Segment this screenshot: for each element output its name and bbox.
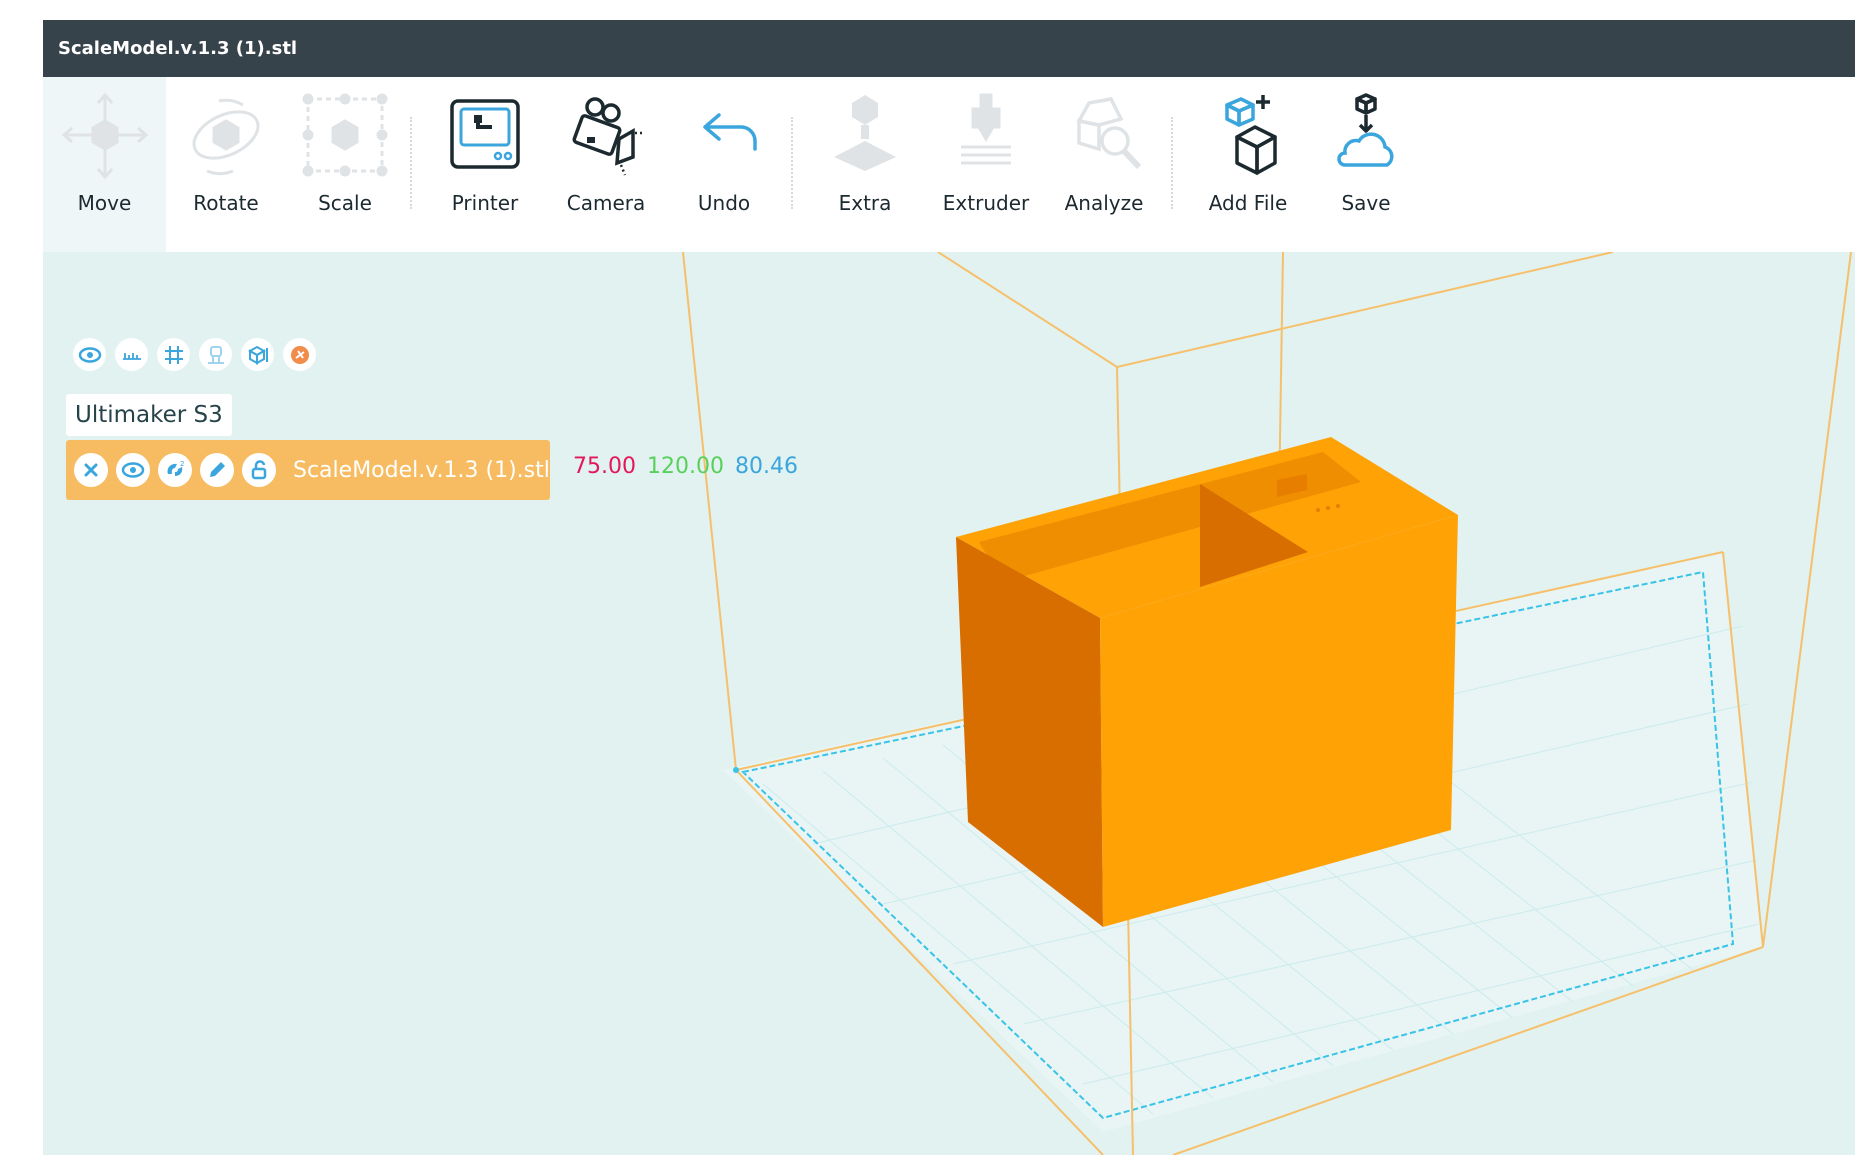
- analyze-icon: [1059, 91, 1149, 181]
- dimension-y: 120.00: [646, 454, 724, 479]
- unlock-icon[interactable]: [242, 453, 276, 487]
- eye-icon[interactable]: [116, 453, 150, 487]
- save-icon: [1321, 91, 1411, 181]
- tool-label: Extra: [838, 191, 892, 215]
- 3d-viewport[interactable]: Ultimaker S3 2 ScaleModel.v.1.3 (1).stl …: [43, 252, 1855, 1155]
- undo-icon: [679, 91, 769, 181]
- tool-move[interactable]: Move: [43, 77, 166, 252]
- tool-label: Rotate: [193, 191, 259, 215]
- dimension-x: 75.00: [573, 454, 636, 479]
- toolbar-separator: [791, 117, 793, 209]
- render-mode-icon[interactable]: [283, 338, 316, 371]
- svg-text:2: 2: [180, 460, 184, 468]
- app-window: ScaleModel.v.1.3 (1).stl Move Rotate Sca…: [43, 20, 1855, 1155]
- ruler-icon[interactable]: [115, 338, 148, 371]
- model-dimensions: 75.00 120.00 80.46: [573, 454, 798, 479]
- extruder-icon: [941, 91, 1031, 181]
- toolbar: Move Rotate Scale Printer Camera Undo Ex…: [43, 77, 1855, 252]
- move-icon: [60, 91, 150, 181]
- toolbar-separator: [1171, 117, 1173, 209]
- tool-analyze[interactable]: Analyze: [1045, 77, 1163, 252]
- pencil-icon[interactable]: [200, 453, 234, 487]
- printer-name[interactable]: Ultimaker S3: [66, 394, 232, 436]
- tool-printer[interactable]: Printer: [423, 77, 547, 252]
- tool-label: Analyze: [1064, 191, 1144, 215]
- camera-icon: [561, 91, 651, 181]
- tool-label: Camera: [566, 191, 646, 215]
- printer-icon: [440, 91, 530, 181]
- model-list-item[interactable]: 2 ScaleModel.v.1.3 (1).stl: [66, 440, 550, 500]
- tool-rotate[interactable]: Rotate: [166, 77, 286, 252]
- toolbar-separator: [410, 117, 412, 209]
- tool-save[interactable]: Save: [1313, 77, 1419, 252]
- tool-add-file[interactable]: Add File: [1183, 77, 1313, 252]
- tool-extra[interactable]: Extra: [803, 77, 927, 252]
- support-icon[interactable]: [199, 338, 232, 371]
- rotate-icon: [181, 91, 271, 181]
- view-cube-icon[interactable]: [241, 338, 274, 371]
- dimension-z: 80.46: [734, 454, 798, 479]
- tool-label: Save: [1341, 191, 1391, 215]
- view-controls: [73, 338, 316, 371]
- tool-label: Add File: [1208, 191, 1288, 215]
- origin-marker: [733, 767, 739, 773]
- tool-label: Scale: [318, 191, 372, 215]
- eye-icon[interactable]: [73, 338, 106, 371]
- window-title: ScaleModel.v.1.3 (1).stl: [43, 20, 1855, 77]
- extra-icon: [820, 91, 910, 181]
- tool-extruder[interactable]: Extruder: [927, 77, 1045, 252]
- build-volume-scene: [682, 252, 1852, 1155]
- tool-label: Move: [77, 191, 132, 215]
- scale-icon: [300, 91, 390, 181]
- tool-label: Printer: [451, 191, 519, 215]
- model-name: ScaleModel.v.1.3 (1).stl: [293, 457, 550, 483]
- duplicate-icon[interactable]: 2: [158, 453, 192, 487]
- add-file-icon: [1203, 91, 1293, 181]
- tool-camera[interactable]: Camera: [547, 77, 665, 252]
- grid-icon[interactable]: [157, 338, 190, 371]
- tool-scale[interactable]: Scale: [286, 77, 404, 252]
- tool-label: Extruder: [942, 191, 1030, 215]
- tool-undo[interactable]: Undo: [665, 77, 783, 252]
- tool-label: Undo: [697, 191, 751, 215]
- close-icon[interactable]: [74, 453, 108, 487]
